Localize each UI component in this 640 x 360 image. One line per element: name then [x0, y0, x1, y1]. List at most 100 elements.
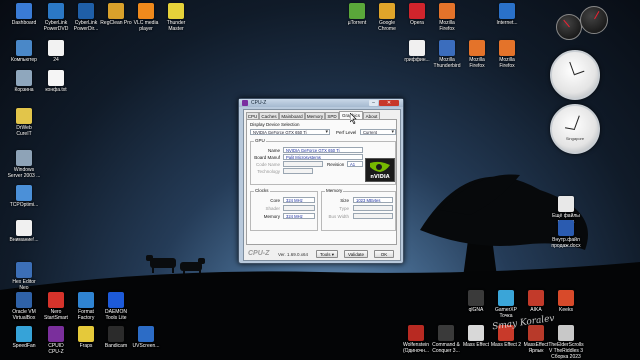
app-icon — [16, 108, 32, 124]
title-bar[interactable]: CPU-Z – ✕ — [239, 99, 403, 107]
tab-caches[interactable]: Caches — [259, 112, 279, 119]
cpuz-app-icon — [242, 100, 248, 106]
tools-button[interactable]: Tools ▾ — [316, 250, 338, 258]
desktop-icon[interactable]: 24 — [36, 40, 76, 63]
code-name-label: Code Name — [255, 162, 280, 167]
app-icon — [16, 220, 32, 236]
desktop-icon[interactable]: DAEMON Tools Lite — [96, 292, 136, 321]
technology-label: Technology — [257, 169, 280, 174]
app-icon — [558, 325, 574, 341]
desktop[interactable]: Dashboard CyberLink PowerDVD CyberLink Pow… — [0, 0, 640, 360]
desktop-icon[interactable]: Mozilla Firefox — [487, 40, 527, 69]
window-title: CPU-Z — [251, 100, 267, 106]
memory-clock-field: 324 MHz — [283, 213, 315, 219]
tab-cpu[interactable]: CPU — [246, 112, 259, 119]
revision-label: Revision — [327, 162, 345, 167]
cpu-dial — [556, 14, 582, 40]
app-icon — [16, 150, 32, 166]
memory-type-label: Type — [339, 206, 349, 211]
validate-button[interactable]: Validate — [344, 250, 368, 258]
nvidia-logo: nVIDIA — [365, 158, 395, 182]
app-icon — [138, 326, 154, 342]
app-icon — [499, 40, 515, 56]
app-icon — [168, 3, 184, 19]
app-icon — [349, 3, 365, 19]
desktop-icon[interactable]: DrWeb CureIT — [4, 108, 44, 137]
tab-about[interactable]: About — [363, 112, 380, 119]
app-icon — [468, 290, 484, 306]
footer-bar: CPU-Z Ver. 1.69.0.x64 Tools ▾ Validate O… — [244, 248, 400, 260]
app-icon — [498, 290, 514, 306]
desktop-icon-label: TheElderScrolls V TheRiddles 3 Сборка 20… — [548, 342, 584, 360]
app-icon — [138, 3, 154, 19]
memory-size-field: 1023 MBytes — [353, 197, 393, 203]
clock-city-label: Singapore — [565, 136, 585, 141]
tab-mainboard[interactable]: Mainboard — [279, 112, 305, 119]
app-icon — [108, 292, 124, 308]
app-icon — [409, 40, 425, 56]
display-device-select[interactable]: NVIDIA GeForce GTX 650 Ti — [250, 129, 330, 135]
app-icon — [16, 70, 32, 86]
cpu-meter-gadget[interactable] — [552, 4, 608, 48]
app-icon — [48, 70, 64, 86]
desktop-icon[interactable]: Внутр.файл продаж.docx — [546, 220, 586, 249]
desktop-icon[interactable]: TheElderScrolls V TheRiddles 3 Сборка 20… — [546, 325, 586, 360]
memory-group-title: Memory — [325, 188, 344, 193]
app-icon — [16, 326, 32, 342]
tab-spd[interactable]: SPD — [325, 112, 339, 119]
desktop-icon[interactable]: Keeks — [546, 290, 586, 313]
clock-gadget[interactable]: Singapore — [550, 104, 600, 154]
cpuz-window[interactable]: CPU-Z – ✕ CPU Caches Mainboard Memory SP… — [238, 98, 404, 264]
board-manuf-field: Palit Microsystems — [283, 154, 363, 160]
desktop-icon[interactable]: Mozilla Firefox — [427, 3, 467, 32]
desktop-icon-label: 24 — [53, 57, 59, 63]
memory-clock-label: Memory — [263, 214, 280, 219]
desktop-icon-label: TCPOptimi... — [9, 202, 39, 208]
bus-width-label: Bus Width — [328, 214, 349, 219]
memory-size-label: Size — [340, 198, 349, 203]
perf-level-select[interactable]: Current — [360, 129, 396, 135]
app-icon — [438, 325, 454, 341]
app-icon — [469, 40, 485, 56]
version-text: Ver. 1.69.0.x64 — [278, 252, 309, 257]
technology-field — [283, 168, 313, 174]
app-icon — [408, 325, 424, 341]
desktop-icon[interactable]: Internet... — [487, 3, 527, 26]
desktop-icon-label: Internet... — [496, 20, 518, 26]
desktop-icon[interactable]: Hex Editor Neo — [4, 262, 44, 291]
close-button[interactable]: ✕ — [379, 100, 399, 106]
gpu-name-field: NVIDIA GeForce GTX 650 Ti — [283, 147, 363, 153]
perf-level-label: Perf Level — [336, 130, 357, 135]
desktop-icon[interactable]: Внимание!... — [4, 220, 44, 243]
desktop-icon[interactable]: Windows Server 2003 ... — [4, 150, 44, 179]
app-icon — [16, 292, 32, 308]
desktop-icon[interactable]: Thunder Master — [156, 3, 196, 32]
app-icon — [78, 3, 94, 19]
desktop-icon-label: DrWeb CureIT — [16, 125, 32, 137]
chevron-down-icon: ▾ — [331, 252, 335, 257]
display-selection-label: Display Device Selection — [250, 122, 300, 127]
clock-gadget[interactable] — [550, 50, 600, 100]
desktop-icon[interactable]: UVScreen... — [126, 326, 166, 349]
app-icon — [528, 325, 544, 341]
desktop-icon-label: Windows Server 2003 ... — [7, 167, 41, 179]
app-icon — [48, 326, 64, 342]
ok-button[interactable]: OK — [374, 250, 394, 258]
desktop-icon-label: Mozilla Firefox — [499, 57, 515, 69]
app-icon — [108, 3, 124, 19]
app-icon — [16, 185, 32, 201]
shader-clock-label: Shader — [265, 206, 280, 211]
gpu-group-title: GPU — [254, 138, 266, 143]
desktop-icon-label: Thunder Master — [166, 20, 186, 32]
desktop-icon-label: Внимание!... — [9, 237, 39, 243]
shader-clock-field — [283, 205, 315, 211]
minimize-button[interactable]: – — [369, 100, 378, 106]
app-icon — [558, 290, 574, 306]
tab-memory[interactable]: Memory — [305, 112, 325, 119]
app-icon — [78, 326, 94, 342]
desktop-icon[interactable]: конфа.txt — [36, 70, 76, 93]
app-icon — [439, 40, 455, 56]
desktop-icon-label: Внутр.файл продаж.docx — [551, 237, 581, 249]
desktop-icon[interactable]: TCPOptimi... — [4, 185, 44, 208]
app-icon — [16, 262, 32, 278]
